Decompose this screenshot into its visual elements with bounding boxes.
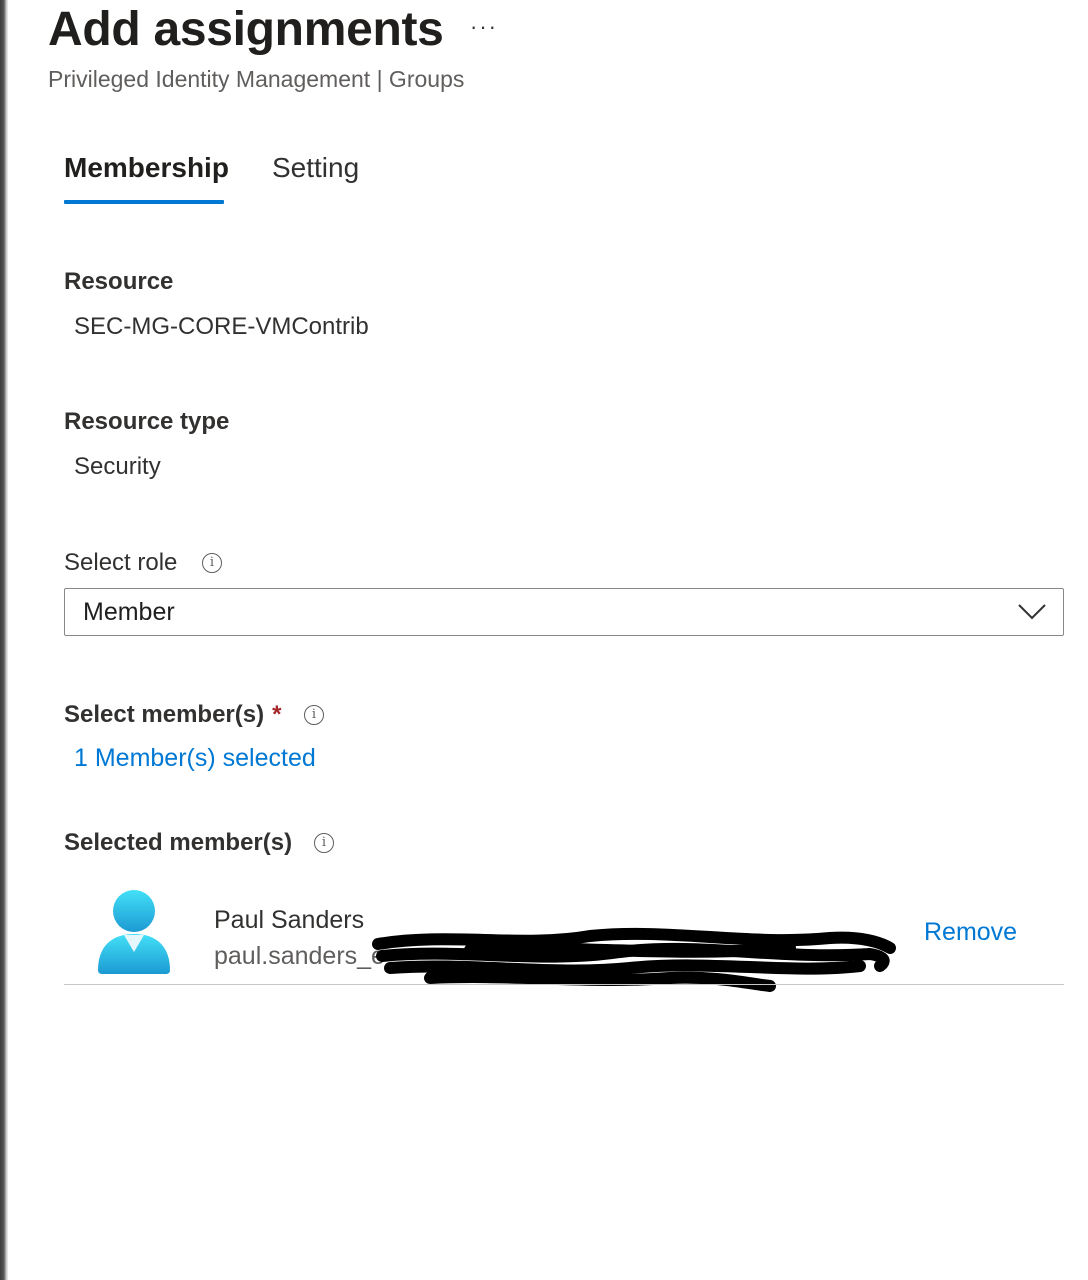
members-selected-link[interactable]: 1 Member(s) selected: [74, 744, 316, 773]
resource-label: Resource: [64, 268, 174, 295]
add-assignments-panel: Add assignments ··· Privileged Identity …: [0, 0, 1088, 1280]
tab-membership[interactable]: Membership: [64, 152, 229, 184]
remove-member-button[interactable]: Remove: [924, 918, 1017, 947]
info-icon[interactable]: i: [314, 833, 334, 853]
role-select-value: Member: [83, 598, 175, 626]
info-icon[interactable]: i: [304, 705, 324, 725]
resource-type-value: Security: [74, 453, 161, 480]
resource-type-label: Resource type: [64, 408, 230, 435]
select-role-label: Select role: [64, 549, 178, 576]
select-members-label: Select member(s) *: [64, 701, 281, 729]
page-title: Add assignments: [48, 3, 444, 56]
member-row-divider: [64, 984, 1064, 985]
select-members-label-text: Select member(s): [64, 701, 265, 728]
chevron-down-icon: [1018, 604, 1046, 620]
member-email: paul.sanders_e: [214, 942, 385, 970]
page-subtitle: Privileged Identity Management | Groups: [48, 66, 465, 92]
resource-value: SEC-MG-CORE-VMContrib: [74, 313, 369, 340]
member-name: Paul Sanders: [214, 906, 365, 934]
tab-active-indicator: [64, 200, 224, 204]
user-avatar-icon: [98, 890, 170, 974]
role-select[interactable]: Member: [64, 588, 1064, 636]
more-options-icon[interactable]: ···: [470, 14, 498, 40]
tab-setting[interactable]: Setting: [272, 152, 359, 184]
info-icon[interactable]: i: [202, 553, 222, 573]
required-mark: *: [272, 701, 282, 728]
selected-members-label: Selected member(s): [64, 829, 293, 856]
